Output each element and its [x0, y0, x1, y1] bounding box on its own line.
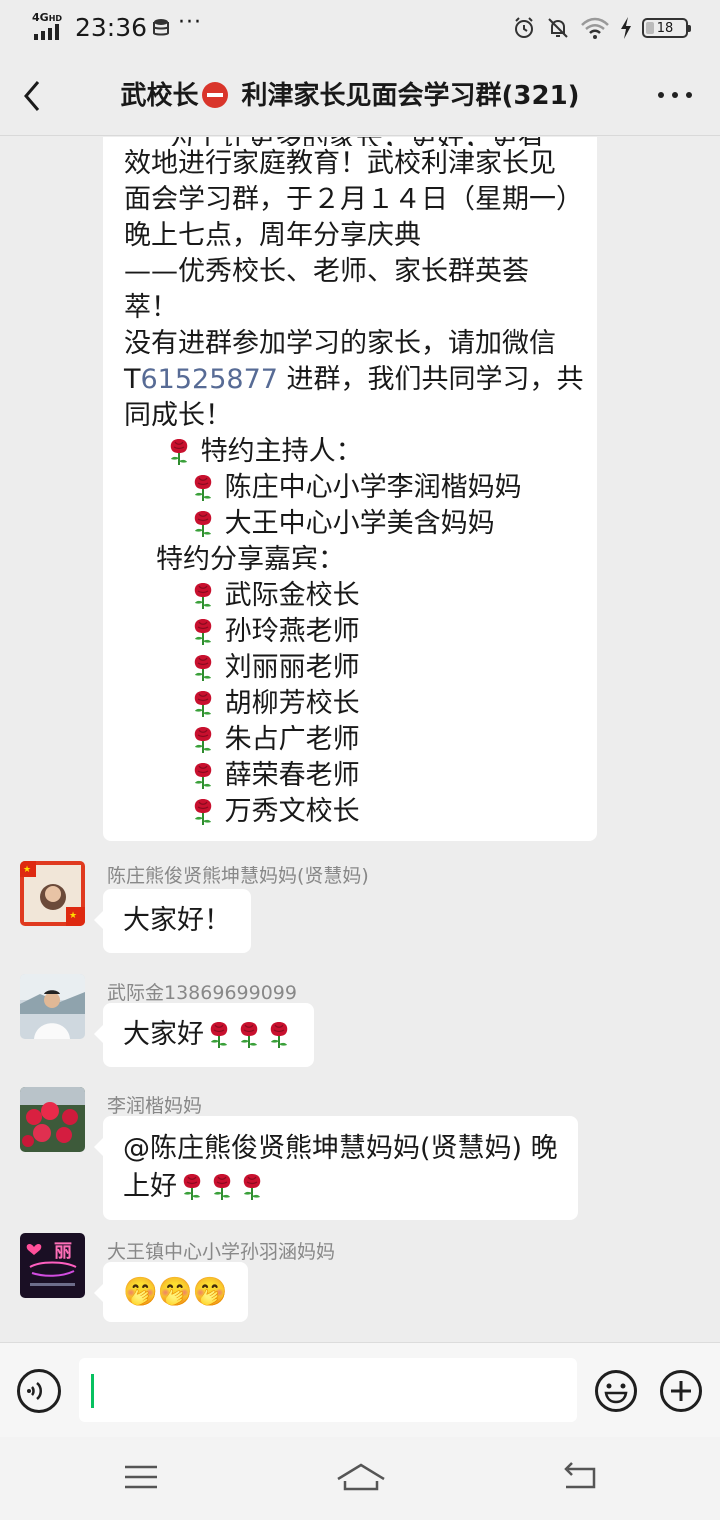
back-arrow-icon[interactable] — [18, 76, 48, 116]
message-text: 大家好！ — [123, 905, 231, 936]
announcement-text: 为了让更多的家长，更好，更有 效地进行家庭教育！武校利津家长见 面会学习群，于２… — [124, 137, 584, 830]
guest-item: 朱占广老师 — [124, 722, 584, 758]
home-icon[interactable] — [334, 1459, 388, 1495]
menu-icon[interactable] — [121, 1459, 161, 1495]
wifi-icon — [581, 17, 609, 39]
battery-icon: 18 — [642, 18, 691, 38]
status-icons: 18 — [512, 14, 691, 42]
announcement-line: 晚上七点，周年分享庆典 — [124, 220, 421, 251]
guest-item: 薛荣春老师 — [124, 758, 584, 794]
message-text: 大家好 — [123, 1019, 204, 1050]
guest-item: 刘丽丽老师 — [124, 650, 584, 686]
announcement-line: 同成长！ — [124, 400, 232, 431]
announcement-line: 萃！ — [124, 292, 178, 323]
rose-icon — [190, 796, 216, 826]
stop-sign-icon — [202, 82, 229, 108]
message-text: 🤭🤭🤭 — [123, 1275, 228, 1308]
announcement-line: 效地进行家庭教育！武校利津家长见 — [124, 148, 556, 179]
rose-icon — [166, 436, 192, 466]
message-bubble[interactable]: 大家好 — [94, 1003, 314, 1067]
chat-title: 武校长 利津家长见面会学习群(321) — [120, 81, 580, 111]
message-text: @陈庄熊俊贤熊坤慧妈妈(贤慧妈) 晚 — [123, 1133, 558, 1164]
sender-name: 陈庄熊俊贤熊坤慧妈妈(贤慧妈) — [107, 865, 369, 887]
heart-icon — [26, 1243, 77, 1286]
back-nav-icon[interactable] — [560, 1459, 600, 1495]
svg-text:★: ★ — [69, 911, 77, 921]
mute-icon — [548, 18, 568, 38]
alarm-icon — [515, 17, 533, 38]
host-item: 陈庄中心小学李润楷妈妈 — [124, 470, 584, 506]
rose-icon — [234, 1019, 264, 1049]
message-text-cont: 上好 — [123, 1168, 558, 1206]
rose-icon — [190, 688, 216, 718]
sender-name: 武际金13869699099 — [107, 982, 297, 1004]
guest-item: 胡柳芳校长 — [124, 686, 584, 722]
clock: 23:36 — [75, 13, 148, 42]
rose-icon — [264, 1019, 294, 1049]
more-notifications-icon: ··· — [178, 10, 202, 35]
system-nav-bar — [0, 1437, 720, 1520]
add-more-icon[interactable] — [659, 1369, 703, 1413]
announcement-line: 没有进群参加学习的家长，请加微信 — [124, 328, 556, 359]
clipped-line: 为了让更多的家长，更好，更有 — [124, 137, 584, 146]
announcement-line: 面会学习群，于２月１４日（星期一） — [124, 184, 583, 215]
guest-item: 孙玲燕老师 — [124, 614, 584, 650]
charging-icon — [621, 17, 631, 39]
wechat-id-link[interactable]: 61525877 — [141, 364, 278, 395]
avatar-text: 丽 — [54, 1241, 72, 1262]
status-bar: 4GHD 23:36 ··· 18 — [0, 0, 720, 56]
message-bubble[interactable]: 大家好！ — [94, 889, 251, 953]
rose-icon — [237, 1171, 267, 1201]
avatar[interactable] — [20, 1087, 85, 1152]
message-list[interactable]: 为了让更多的家长，更好，更有 效地进行家庭教育！武校利津家长见 面会学习群，于２… — [0, 137, 720, 1342]
rose-icon — [190, 760, 216, 790]
sender-name: 李润楷妈妈 — [107, 1095, 203, 1117]
message-bubble[interactable]: @陈庄熊俊贤熊坤慧妈妈(贤慧妈) 晚 上好 — [94, 1116, 578, 1220]
input-bar — [0, 1342, 720, 1437]
avatar[interactable]: ★ ★ — [20, 861, 85, 926]
announcement-line: ——优秀校长、老师、家长群英荟 — [124, 256, 529, 287]
rose-icon — [190, 580, 216, 610]
rose-icon — [190, 616, 216, 646]
more-options-icon[interactable] — [658, 92, 692, 98]
sender-name: 大王镇中心小学孙羽涵妈妈 — [107, 1241, 336, 1263]
rose-icon — [204, 1019, 234, 1049]
signal-icon — [34, 24, 59, 40]
message-input[interactable] — [79, 1358, 577, 1422]
guest-item: 武际金校长 — [124, 578, 584, 614]
guest-item: 万秀文校长 — [124, 794, 584, 830]
host-item: 大王中心小学美含妈妈 — [124, 506, 584, 542]
rose-icon — [190, 472, 216, 502]
guest-title: 特约分享嘉宾： — [156, 544, 345, 575]
avatar[interactable] — [20, 974, 85, 1039]
rose-icon — [190, 508, 216, 538]
avatar[interactable]: 丽 — [20, 1233, 85, 1298]
database-icon — [153, 19, 169, 36]
voice-input-icon[interactable] — [17, 1369, 61, 1413]
emoji-icon[interactable] — [594, 1369, 638, 1413]
svg-text:★: ★ — [23, 865, 31, 875]
rose-icon — [190, 652, 216, 682]
rose-icon — [207, 1171, 237, 1201]
network-type: 4GHD — [32, 11, 63, 24]
chat-header: 武校长 利津家长见面会学习群(321) — [0, 56, 720, 136]
rose-icon — [190, 724, 216, 754]
message-bubble[interactable]: 🤭🤭🤭 — [94, 1262, 248, 1322]
announcement-bubble[interactable]: 为了让更多的家长，更好，更有 效地进行家庭教育！武校利津家长见 面会学习群，于２… — [103, 137, 597, 841]
text-caret — [91, 1374, 94, 1408]
rose-icon — [177, 1171, 207, 1201]
announcement-line: T61525877 进群，我们共同学习，共 — [124, 364, 584, 395]
host-title: 特约主持人： — [124, 434, 584, 470]
